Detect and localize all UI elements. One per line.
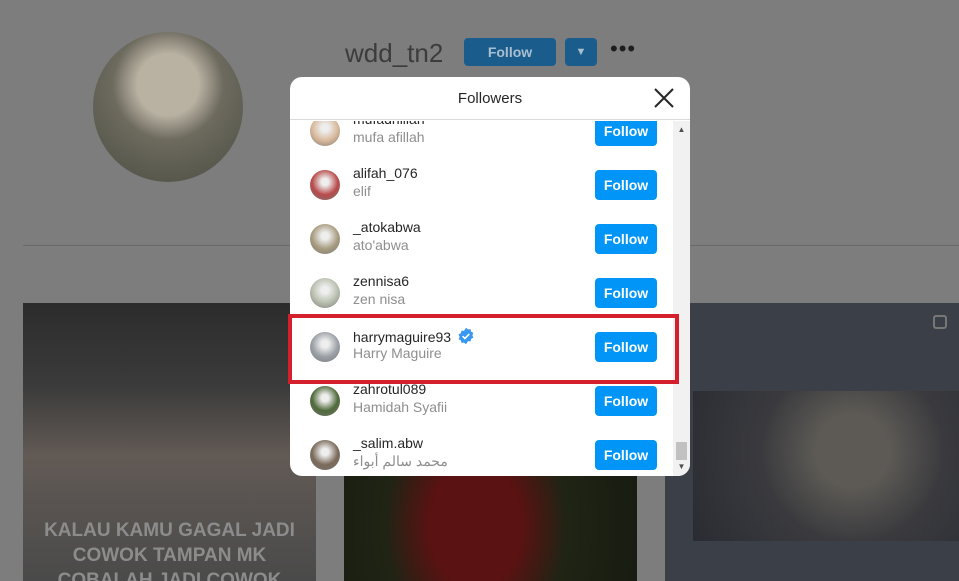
scroll-up-arrow-icon[interactable]: ▲	[673, 123, 690, 137]
follower-avatar[interactable]	[310, 332, 340, 362]
follower-row: mufadhillah mufa afillah Follow	[290, 121, 673, 158]
follower-username[interactable]: alifah_076	[353, 165, 418, 181]
profile-dropdown-button[interactable]: ▼	[565, 38, 597, 66]
follower-username[interactable]: mufadhillah	[353, 121, 425, 127]
follower-row: zahrotul089 Hamidah Syafii Follow	[290, 374, 673, 428]
follower-username[interactable]: _salim.abw	[353, 435, 423, 451]
follow-button[interactable]: Follow	[595, 332, 657, 362]
follower-username[interactable]: zahrotul089	[353, 381, 426, 397]
verified-badge-icon	[458, 327, 474, 345]
modal-title: Followers	[457, 89, 523, 107]
followers-modal: Followers mufadhillah mufa afillah Follo…	[290, 77, 690, 476]
post-3[interactable]	[665, 303, 959, 581]
follower-full-name: محمد سالم أبواء	[353, 453, 448, 469]
post-1[interactable]: KALAU KAMU GAGAL JADI COWOK TAMPAN MK CO…	[23, 303, 316, 581]
scrollbar[interactable]: ▲ ▼	[673, 121, 690, 476]
follow-button[interactable]: Follow	[595, 121, 657, 146]
follower-username[interactable]: _atokabwa	[353, 219, 421, 235]
post-caption: KALAU KAMU GAGAL JADI COWOK TAMPAN MK CO…	[44, 520, 295, 581]
username-text[interactable]: _atokabwa	[353, 219, 421, 235]
modal-header: Followers	[290, 77, 690, 120]
follow-button[interactable]: Follow	[595, 224, 657, 254]
follower-full-name: ato'abwa	[353, 237, 409, 253]
username-text[interactable]: mufadhillah	[353, 121, 425, 127]
more-dots-icon: •••	[610, 36, 637, 61]
follower-avatar[interactable]	[310, 224, 340, 254]
follower-row: harrymaguire93 Harry Maguire Follow	[290, 320, 673, 374]
follower-username[interactable]: harrymaguire93	[353, 327, 475, 345]
chevron-down-icon: ▼	[575, 46, 587, 58]
follower-row: zennisa6 zen nisa Follow	[290, 266, 673, 320]
profile-username: wdd_tn2	[345, 38, 444, 68]
scrollbar-thumb[interactable]	[676, 442, 687, 460]
follower-full-name: zen nisa	[353, 291, 406, 307]
follower-full-name: Hamidah Syafii	[353, 399, 448, 415]
follower-full-name: elif	[353, 183, 371, 199]
follow-button[interactable]: Follow	[595, 278, 657, 308]
follower-full-name: Harry Maguire	[353, 345, 442, 361]
profile-avatar	[93, 32, 243, 182]
follower-avatar[interactable]	[310, 121, 340, 146]
profile-follow-button[interactable]: Follow	[464, 38, 556, 66]
follower-avatar[interactable]	[310, 170, 340, 200]
username-text[interactable]: _salim.abw	[353, 435, 423, 451]
more-options-button[interactable]: •••	[610, 36, 636, 62]
username-text[interactable]: zennisa6	[353, 273, 409, 289]
follower-row: alifah_076 elif Follow	[290, 158, 673, 212]
follower-avatar[interactable]	[310, 386, 340, 416]
multiple-photos-icon	[933, 315, 947, 329]
follow-button[interactable]: Follow	[595, 386, 657, 416]
username-text[interactable]: harrymaguire93	[353, 329, 451, 345]
follower-avatar[interactable]	[310, 278, 340, 308]
follower-full-name: mufa afillah	[353, 129, 425, 145]
follow-button[interactable]: Follow	[595, 440, 657, 470]
scroll-down-arrow-icon[interactable]: ▼	[673, 460, 690, 474]
follower-row: _salim.abw محمد سالم أبواء Follow	[290, 428, 673, 476]
close-icon[interactable]	[652, 86, 676, 110]
username-text[interactable]: zahrotul089	[353, 381, 426, 397]
follower-avatar[interactable]	[310, 440, 340, 470]
follow-button[interactable]: Follow	[595, 170, 657, 200]
username-text[interactable]: alifah_076	[353, 165, 418, 181]
post-image	[693, 391, 959, 541]
follower-username[interactable]: zennisa6	[353, 273, 409, 289]
follower-row: _atokabwa ato'abwa Follow	[290, 212, 673, 266]
followers-list: mufadhillah mufa afillah Follow alifah_0…	[290, 121, 673, 476]
